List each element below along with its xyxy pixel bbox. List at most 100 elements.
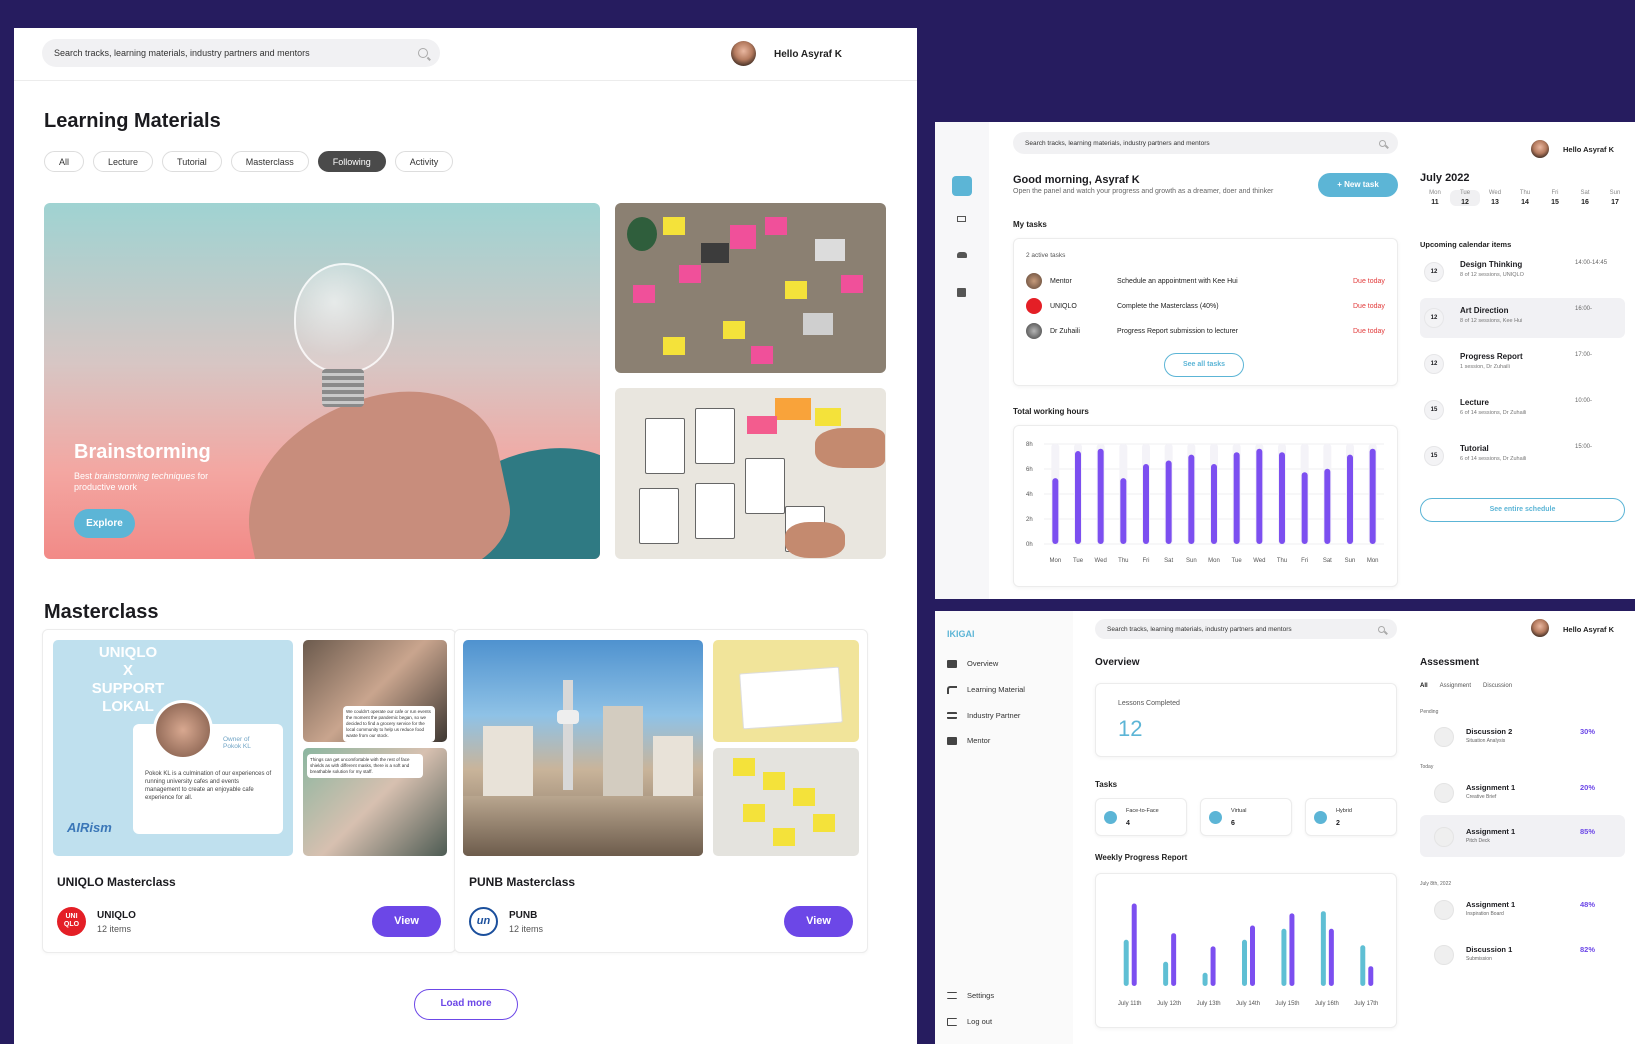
mode-face-to-face[interactable]: Face-to-Face 4 (1095, 798, 1187, 836)
filter-activity[interactable]: Activity (394, 151, 454, 172)
lessons-completed-card: Lessons Completed 12 (1095, 683, 1397, 757)
day-sat[interactable]: Sat 16 (1570, 190, 1600, 206)
x-tick-label: July 11th (1118, 1001, 1142, 1007)
search-icon[interactable] (418, 48, 428, 58)
nav-settings[interactable]: Settings (947, 991, 994, 1000)
sticky-note (663, 337, 685, 355)
users-icon[interactable] (957, 252, 967, 258)
punb-masterclass-card[interactable]: PUNB Masterclass un PUNB 12 items View (454, 629, 868, 953)
task-row[interactable]: Mentor Schedule an appointment with Kee … (1026, 273, 1386, 289)
filter-all[interactable]: All (44, 151, 85, 172)
filter-tutorial[interactable]: Tutorial (162, 151, 222, 172)
calendar-item[interactable]: 12 Art Direction 8 of 12 sessions, Kee H… (1420, 298, 1625, 338)
task-row[interactable]: Dr Zuhaili Progress Report submission to… (1026, 323, 1386, 339)
nav-logout[interactable]: Log out (947, 1017, 992, 1026)
grid-icon[interactable] (952, 176, 972, 196)
masterclass-heading: Masterclass (44, 601, 159, 623)
bar (1281, 928, 1287, 986)
explore-button[interactable]: Explore (74, 509, 135, 538)
tab-assignment[interactable]: Assignment (1440, 683, 1471, 689)
calendar-item[interactable]: 12 Design Thinking 8 of 12 sessions, UNI… (1420, 252, 1625, 292)
mode-virtual[interactable]: Virtual 6 (1200, 798, 1292, 836)
search-input[interactable]: Search tracks, learning materials, indus… (1095, 619, 1397, 639)
sticky-note (815, 408, 841, 426)
user-greeting[interactable]: Hello Asyraf K (774, 49, 842, 60)
plant-leaves (627, 217, 657, 251)
day-fri[interactable]: Fri 15 (1540, 190, 1570, 206)
share-icon[interactable] (957, 216, 966, 222)
cafe-staff-image: Things can get uncomfortable with the re… (303, 748, 447, 856)
x-tick-label: Wed (1253, 558, 1265, 564)
assessment-avatar (1434, 727, 1454, 747)
y-tick-label: 0h (1026, 542, 1033, 548)
day-thu[interactable]: Thu 14 (1510, 190, 1540, 206)
building (653, 736, 693, 796)
nav-learning-material[interactable]: Learning Material (947, 685, 1025, 694)
building (603, 706, 643, 796)
workshop-papers-image (713, 640, 859, 742)
avatar[interactable] (731, 41, 756, 66)
bar (1211, 464, 1217, 544)
assessment-name: Discussion 1 (1466, 945, 1513, 954)
calendar-item[interactable]: 12 Progress Report 1 session, Dr Zuhaili… (1420, 344, 1625, 384)
sticky-notes-board-image[interactable] (615, 203, 886, 373)
paper-prototypes-image[interactable] (615, 388, 886, 559)
view-button[interactable]: View (372, 906, 441, 937)
assessment-item[interactable]: Discussion 1 Submission 82% (1420, 933, 1625, 975)
search-icon[interactable] (1379, 139, 1386, 147)
x-tick-label: Tue (1232, 558, 1243, 564)
search-input[interactable]: Search tracks, learning materials, indus… (1013, 132, 1398, 154)
ikigai-logo[interactable]: IKIGAI (947, 629, 975, 639)
see-entire-schedule-button[interactable]: See entire schedule (1420, 498, 1625, 522)
user-greeting[interactable]: Hello Asyraf K (1563, 625, 1614, 634)
bar (1165, 460, 1172, 544)
nav-mentor[interactable]: Mentor (947, 736, 990, 745)
day-sun[interactable]: Sun 17 (1600, 190, 1630, 206)
dashboard-panel: Search tracks, learning materials, indus… (935, 122, 1635, 599)
x-tick-label: Sat (1323, 558, 1332, 564)
assessment-item[interactable]: Assignment 1 Pitch Deck 85% (1420, 815, 1625, 857)
assessment-sub: Creative Brief (1466, 794, 1497, 800)
avatar[interactable] (1531, 619, 1549, 637)
new-task-button[interactable]: + New task (1318, 173, 1398, 197)
load-more-button[interactable]: Load more (414, 989, 518, 1020)
bar (1131, 903, 1137, 986)
see-all-tasks-button[interactable]: See all tasks (1164, 353, 1244, 377)
day-tue[interactable]: Tue 12 (1450, 190, 1480, 206)
day-wed[interactable]: Wed 13 (1480, 190, 1510, 206)
assessment-item[interactable]: Assignment 1 Inspiration Board 48% (1420, 888, 1625, 930)
nav-overview[interactable]: Overview (947, 659, 998, 668)
hero-brainstorming[interactable]: Brainstorming Best brainstorming techniq… (44, 203, 600, 559)
kl-tower (563, 680, 573, 790)
partner-name: UNIQLO (97, 910, 136, 921)
filter-following[interactable]: Following (317, 151, 386, 172)
calendar-item[interactable]: 15 Tutorial 6 of 14 sessions, Dr Zuhaili… (1420, 436, 1625, 476)
tab-discussion[interactable]: Discussion (1483, 683, 1512, 689)
nav-industry-partner[interactable]: Industry Partner (947, 711, 1020, 720)
assessment-item[interactable]: Discussion 2 Situation Analysis 30% (1420, 715, 1625, 757)
user-greeting[interactable]: Hello Asyraf K (1563, 145, 1614, 154)
task-row[interactable]: UNIQLO Complete the Masterclass (40%) Du… (1026, 298, 1386, 314)
calendar-item[interactable]: 15 Lecture 6 of 14 sessions, Dr Zuhaili … (1420, 390, 1625, 430)
bar (1242, 939, 1247, 986)
sticky-note (813, 814, 835, 832)
filter-masterclass[interactable]: Masterclass (230, 151, 309, 172)
view-button[interactable]: View (784, 906, 853, 937)
avatar[interactable] (1531, 140, 1549, 158)
mode-hybrid[interactable]: Hybrid 2 (1305, 798, 1397, 836)
search-icon[interactable] (1378, 625, 1385, 633)
day-mon[interactable]: Mon 11 (1420, 190, 1450, 206)
search-input[interactable]: Search tracks, learning materials, indus… (42, 39, 440, 67)
x-tick-label: July 13th (1197, 1001, 1221, 1007)
weekly-progress-label: Weekly Progress Report (1095, 853, 1188, 862)
uniqlo-image-text: UNIQLO X SUPPORT LOKAL (91, 644, 165, 715)
filter-lecture[interactable]: Lecture (93, 151, 154, 172)
ikigai-sidebar: IKIGAI Overview Learning Material Indust… (935, 611, 1073, 1044)
calendar-icon[interactable] (957, 288, 966, 297)
calendar-item-name: Progress Report (1460, 352, 1523, 361)
assessment-item[interactable]: Assignment 1 Creative Brief 20% (1420, 771, 1625, 813)
bar (1233, 452, 1240, 544)
tab-all[interactable]: All (1420, 683, 1428, 689)
uniqlo-masterclass-card[interactable]: UNIQLO X SUPPORT LOKAL Owner of Pokok KL… (42, 629, 456, 953)
assessment-heading: Assessment (1420, 657, 1479, 668)
